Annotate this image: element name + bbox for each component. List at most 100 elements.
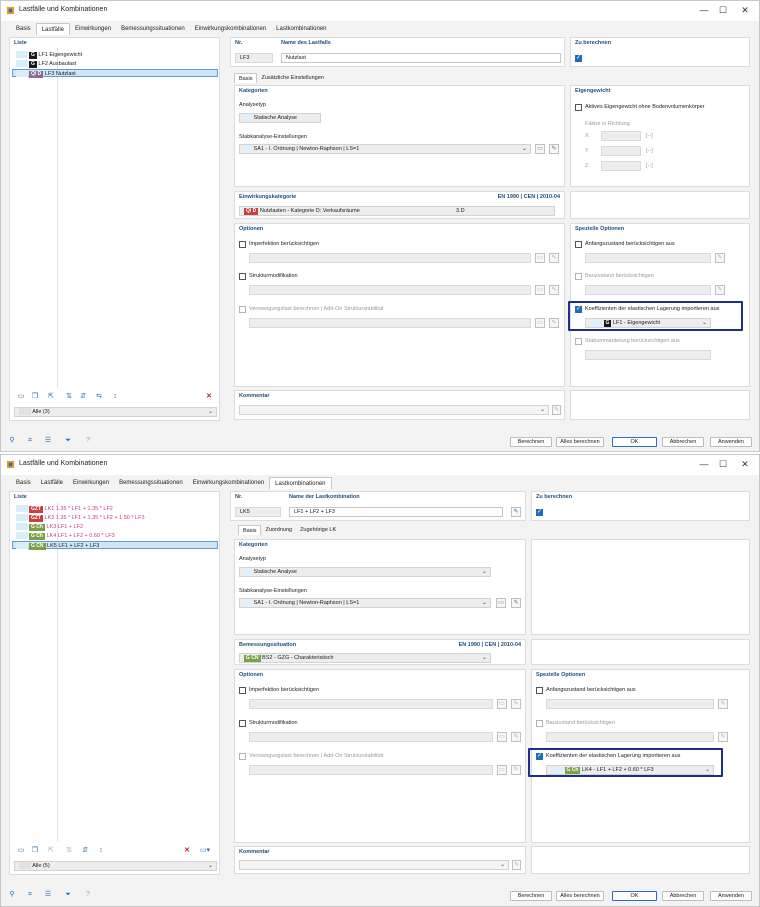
new-icon[interactable]: ▭ — [16, 392, 26, 402]
list-item[interactable]: G LF1 Eigengewicht — [16, 51, 82, 59]
list-item[interactable]: GZT LK2 1.35 * LF1 + 1.35 * LF2 + 1.50 *… — [16, 514, 145, 522]
nr-field[interactable]: LK5 — [235, 507, 281, 517]
close-button[interactable]: ✕ — [738, 4, 752, 16]
anfangszustand-checkbox[interactable] — [536, 687, 543, 694]
kommentar-field[interactable]: ⌄ — [239, 405, 549, 415]
tab-lastfaelle[interactable]: Lastfälle — [35, 23, 71, 35]
units-icon[interactable]: ⌗ — [25, 436, 35, 446]
verzweigung-checkbox[interactable] — [239, 306, 246, 313]
tab-einwirkungen[interactable]: Einwirkungen — [68, 477, 114, 489]
list-item[interactable]: G Ch LK3 LF1 + LF2 — [16, 523, 83, 531]
tab-basis[interactable]: Basis — [11, 477, 36, 489]
renumber-icon[interactable]: ⇵ — [80, 846, 90, 856]
verzweigung-checkbox[interactable] — [239, 753, 246, 760]
ok-button[interactable]: OK — [612, 437, 657, 447]
sort-icon[interactable]: ⇅ — [64, 846, 74, 856]
imperfektion-checkbox[interactable] — [239, 687, 246, 694]
filter-icon[interactable]: ⏷ — [63, 436, 73, 446]
berechnen-button[interactable]: Berechnen — [510, 891, 552, 901]
subtab-basis[interactable]: Basis — [238, 525, 262, 535]
tab-lastkombinationen[interactable]: Lastkombinationen — [271, 23, 331, 35]
abbrechen-button[interactable]: Abbrechen — [662, 437, 704, 447]
tab-einwirkungskombinationen[interactable]: Einwirkungskombinationen — [190, 23, 271, 35]
maximize-button[interactable]: ☐ — [716, 458, 730, 470]
edit-settings-icon[interactable]: ✎ — [511, 598, 521, 608]
edit-settings-icon[interactable]: ✎ — [549, 144, 559, 154]
kommentar-field[interactable]: ⌄ — [239, 860, 509, 870]
sort-icon[interactable]: ⇅ — [64, 392, 74, 402]
list-item[interactable]: G Ch LK4 LF1 + LF2 + 0.60 * LF3 — [16, 532, 115, 540]
zu-berechnen-checkbox[interactable] — [536, 508, 543, 516]
help-icon[interactable]: ? — [83, 890, 93, 900]
name-field[interactable]: Nutzlast — [281, 53, 561, 63]
abbrechen-button[interactable]: Abbrechen — [662, 891, 704, 901]
einwirkungskat-select[interactable]: Qi D Nutzlasten - Kategorie D: Verkaufsr… — [239, 206, 555, 216]
tab-lastkombinationen[interactable]: Lastkombinationen — [269, 477, 332, 489]
strukturmod-checkbox[interactable] — [239, 720, 246, 727]
table-icon[interactable]: ☰ — [43, 436, 53, 446]
delete-icon[interactable]: ✕ — [204, 392, 214, 402]
aktives-eg-checkbox[interactable] — [575, 104, 582, 111]
units-icon[interactable]: ⌗ — [25, 890, 35, 900]
tab-bemessungssituationen[interactable]: Bemessungssituationen — [116, 23, 190, 35]
edit-name-icon[interactable]: ✎ — [511, 507, 521, 517]
reorder-icon[interactable]: ↕ — [110, 392, 120, 402]
filter-icon[interactable]: ⏷ — [63, 890, 73, 900]
analysetyp-select[interactable]: Statische Analyse — [239, 113, 321, 123]
subtab-zuordnung[interactable]: Zuordnung — [261, 525, 296, 535]
anfangszustand-checkbox[interactable] — [575, 241, 582, 248]
stabummantelung-checkbox[interactable] — [575, 338, 582, 345]
berechnen-button[interactable]: Berechnen — [510, 437, 552, 447]
maximize-button[interactable]: ☐ — [716, 4, 730, 16]
imperfektion-checkbox[interactable] — [239, 241, 246, 248]
search-icon[interactable]: ⚲ — [7, 436, 17, 446]
alles-berechnen-button[interactable]: Alles berechnen — [556, 891, 604, 901]
search-icon[interactable]: ⚲ — [7, 890, 17, 900]
minimize-button[interactable]: — — [697, 458, 711, 470]
reorder-icon[interactable]: ↕ — [96, 846, 106, 856]
bemessungssit-select[interactable]: G CN BS2 - GZG - Charakteristisch ⌄ — [239, 653, 491, 663]
anwenden-button[interactable]: Anwenden — [710, 891, 752, 901]
stabkanalyse-select[interactable]: SA1 - I. Ordnung | Newton-Raphson | LS=1… — [239, 144, 531, 154]
subtab-zugehoerige-lk[interactable]: Zugehörige LK — [296, 525, 340, 535]
tab-einwirkungen[interactable]: Einwirkungen — [70, 23, 116, 35]
zu-berechnen-checkbox[interactable] — [575, 54, 582, 62]
tab-lastfaelle[interactable]: Lastfälle — [36, 477, 68, 489]
filter-select[interactable]: Alle (3) ⌄ — [14, 407, 217, 417]
tab-bemessungssituationen[interactable]: Bemessungssituationen — [114, 477, 188, 489]
subtab-zusaetzliche[interactable]: Zusätzliche Einstellungen — [257, 73, 327, 83]
copy-icon[interactable]: ❐ — [30, 392, 40, 402]
bauzustand-checkbox[interactable] — [536, 720, 543, 727]
tab-basis[interactable]: Basis — [11, 23, 36, 35]
list-item[interactable]: GZT LK1 1.35 * LF1 + 1.35 * LF2 — [16, 505, 113, 513]
renumber-icon[interactable]: ⇵ — [78, 392, 88, 402]
import-icon[interactable]: ⇱ — [46, 392, 56, 402]
strukturmod-checkbox[interactable] — [239, 273, 246, 280]
table-icon[interactable]: ☰ — [43, 890, 53, 900]
delete-icon[interactable]: ✕ — [182, 846, 192, 856]
analysetyp-select[interactable]: Statische Analyse ⌄ — [239, 567, 491, 577]
move-icon[interactable]: ⇆ — [94, 392, 104, 402]
bauzustand-checkbox[interactable] — [575, 273, 582, 280]
ok-button[interactable]: OK — [612, 891, 657, 901]
import-icon[interactable]: ⇱ — [46, 846, 56, 856]
anwenden-button[interactable]: Anwenden — [710, 437, 752, 447]
new-icon[interactable]: ▭ — [16, 846, 26, 856]
nr-field[interactable]: LF3 — [235, 53, 273, 63]
help-icon[interactable]: ? — [83, 436, 93, 446]
new-settings-icon[interactable]: ▭ — [496, 598, 506, 608]
name-field[interactable]: LF1 + LF2 + LF3 — [289, 507, 503, 517]
filter-select[interactable]: Alle (5) ⌄ — [14, 861, 217, 871]
close-button[interactable]: ✕ — [738, 458, 752, 470]
list-item[interactable]: G LF2 Ausbaulast — [16, 60, 76, 68]
new-settings-icon[interactable]: ▭ — [535, 144, 545, 154]
list-item-selected[interactable]: G CN LK5 LF1 + LF2 + LF3 — [12, 541, 218, 550]
view-options-icon[interactable]: ▭▾ — [196, 846, 214, 856]
minimize-button[interactable]: — — [697, 4, 711, 16]
subtab-basis[interactable]: Basis — [234, 73, 258, 83]
tab-einwirkungskombinationen[interactable]: Einwirkungskombinationen — [188, 477, 269, 489]
list-item-selected[interactable]: Qi D LF3 Nutzlast — [12, 69, 218, 78]
stabkanalyse-select[interactable]: SA1 - I. Ordnung | Newton-Raphson | LS=1… — [239, 598, 491, 608]
copy-icon[interactable]: ❐ — [30, 846, 40, 856]
alles-berechnen-button[interactable]: Alles berechnen — [556, 437, 604, 447]
